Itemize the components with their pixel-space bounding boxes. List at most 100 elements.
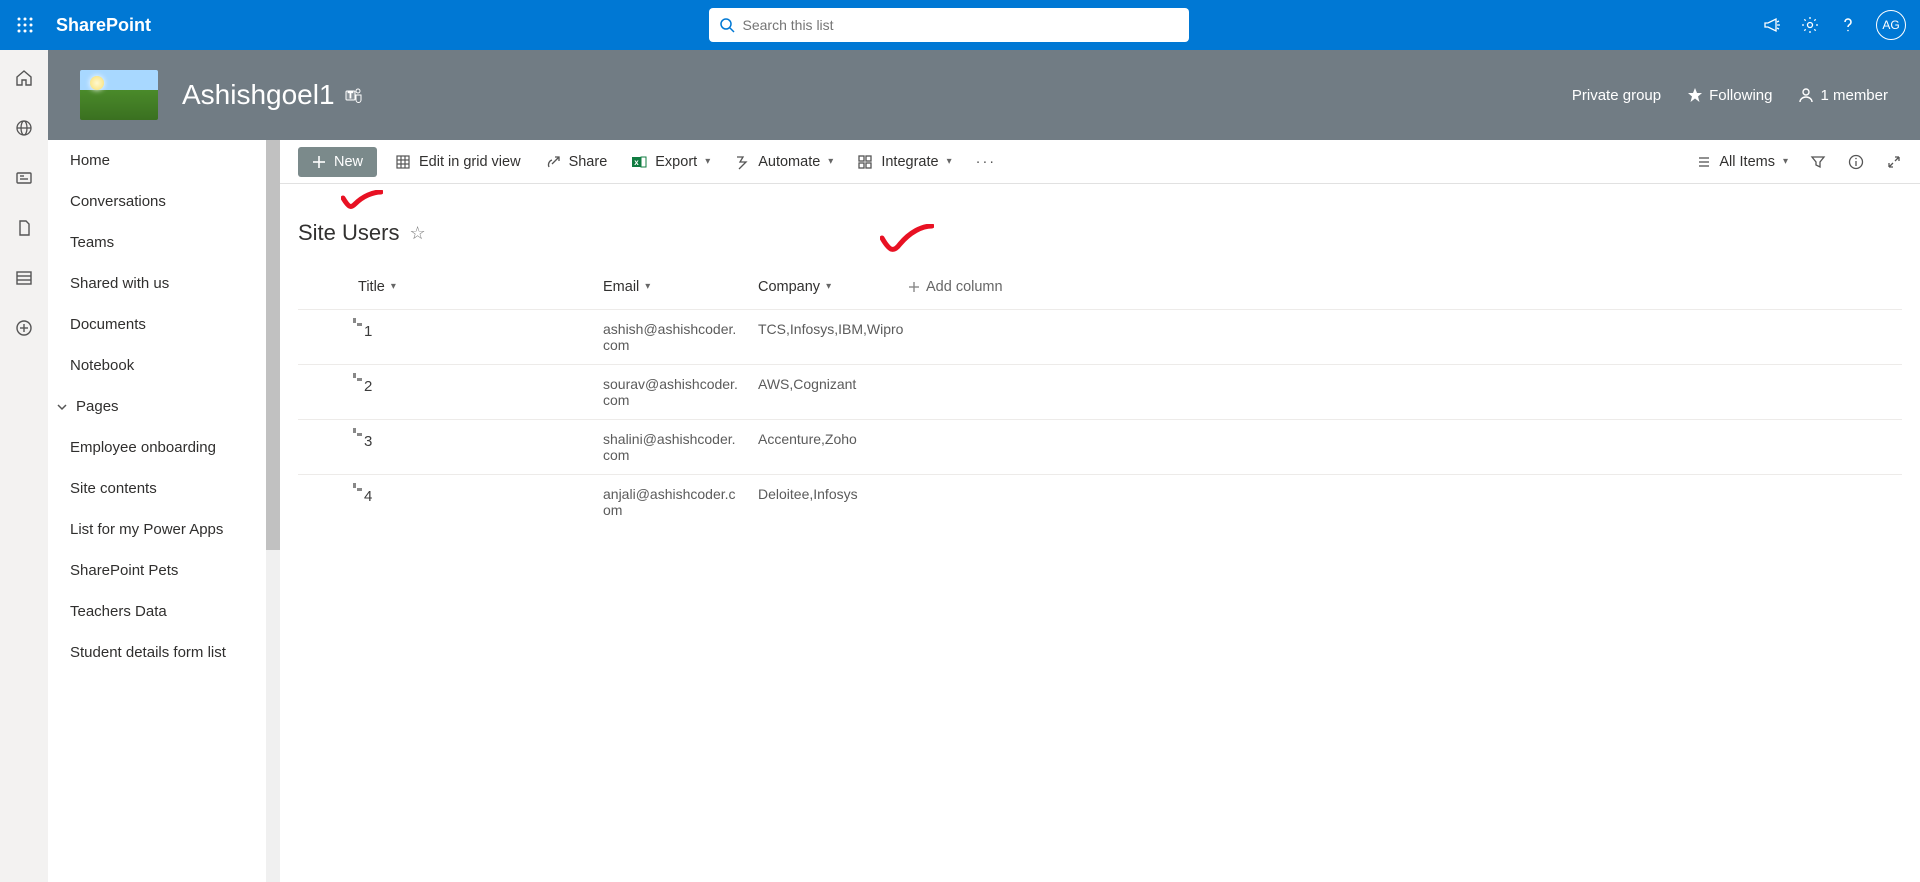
nav-label: SharePoint Pets [70, 562, 178, 579]
plus-icon [908, 281, 920, 293]
column-header-title[interactable]: Title ▾ [298, 279, 603, 295]
table-row[interactable]: 1 ashish@ashishcoder.com TCS,Infosys,IBM… [298, 309, 1902, 364]
nav-list-power-apps[interactable]: List for my Power Apps [48, 509, 266, 550]
cell-company: Deloitee,Infosys [758, 486, 1078, 518]
more-button[interactable]: ··· [976, 154, 997, 170]
loading-spinner-icon [348, 318, 362, 332]
members-button[interactable]: 1 member [1798, 87, 1888, 104]
members-label: 1 member [1820, 87, 1888, 104]
gear-icon[interactable] [1800, 15, 1820, 35]
lists-icon[interactable] [14, 268, 34, 288]
flow-icon [734, 154, 750, 170]
chevron-down-icon: ▾ [391, 281, 396, 292]
cell-title: 2 [364, 378, 372, 395]
cell-company: Accenture,Zoho [758, 431, 1078, 463]
nav-label: Teams [70, 234, 114, 251]
loading-spinner-icon [348, 483, 362, 497]
leftnav-scrollbar[interactable] [266, 140, 280, 882]
nav-shared[interactable]: Shared with us [48, 263, 266, 304]
view-label: All Items [1719, 154, 1775, 170]
cell-title: 1 [364, 323, 372, 340]
privacy-label: Private group [1572, 87, 1661, 104]
favorite-star-icon[interactable]: ☆ [409, 223, 425, 244]
list-table: Title ▾ Email▾ Company▾ Add column 1 ashi… [298, 264, 1902, 529]
megaphone-icon[interactable] [1762, 15, 1782, 35]
globe-icon[interactable] [14, 118, 34, 138]
following-label: Following [1709, 87, 1772, 104]
chevron-down-icon: ▾ [828, 156, 833, 167]
info-icon [1848, 154, 1864, 170]
search-box[interactable] [709, 8, 1189, 42]
nav-documents[interactable]: Documents [48, 304, 266, 345]
nav-employee-onboarding[interactable]: Employee onboarding [48, 427, 266, 468]
create-icon[interactable] [14, 318, 34, 338]
site-left-nav: Home Conversations Teams Shared with us … [48, 140, 280, 882]
table-header: Title ▾ Email▾ Company▾ Add column [298, 264, 1902, 309]
brand-label[interactable]: SharePoint [56, 15, 151, 36]
nav-teams[interactable]: Teams [48, 222, 266, 263]
table-row[interactable]: 2 sourav@ashishcoder.com AWS,Cognizant [298, 364, 1902, 419]
cell-email: anjali@ashishcoder.com [603, 486, 758, 518]
filter-button[interactable] [1810, 154, 1826, 170]
loading-spinner-icon [348, 373, 362, 387]
annotation-check-icon [880, 224, 934, 254]
share-label: Share [569, 154, 608, 170]
nav-label: Pages [76, 398, 119, 415]
search-icon [719, 17, 735, 33]
app-launcher-icon[interactable] [10, 10, 40, 40]
col-label: Email [603, 279, 639, 295]
edit-grid-button[interactable]: Edit in grid view [395, 154, 521, 170]
nav-home[interactable]: Home [48, 140, 266, 181]
export-button[interactable]: x Export ▾ [631, 154, 710, 170]
column-header-company[interactable]: Company▾ [758, 279, 908, 295]
share-button[interactable]: Share [545, 154, 608, 170]
share-icon [545, 154, 561, 170]
nav-pages[interactable]: Pages [48, 386, 266, 427]
nav-student-details[interactable]: Student details form list [48, 632, 266, 673]
nav-label: Teachers Data [70, 603, 167, 620]
chevron-down-icon: ▾ [705, 156, 710, 167]
search-input[interactable] [743, 17, 1179, 33]
nav-label: List for my Power Apps [70, 521, 223, 538]
nav-teachers-data[interactable]: Teachers Data [48, 591, 266, 632]
user-avatar[interactable]: AG [1876, 10, 1906, 40]
view-selector[interactable]: All Items ▾ [1697, 154, 1788, 170]
nav-sharepoint-pets[interactable]: SharePoint Pets [48, 550, 266, 591]
cell-email: shalini@ashishcoder.com [603, 431, 758, 463]
expand-button[interactable] [1886, 154, 1902, 170]
automate-button[interactable]: Automate ▾ [734, 154, 833, 170]
expand-icon [1886, 154, 1902, 170]
plus-icon [312, 155, 326, 169]
loading-spinner-icon [348, 428, 362, 442]
integrate-icon [857, 154, 873, 170]
integrate-label: Integrate [881, 154, 938, 170]
export-label: Export [655, 154, 697, 170]
following-button[interactable]: Following [1687, 87, 1772, 104]
column-header-email[interactable]: Email▾ [603, 279, 758, 295]
star-filled-icon [1687, 87, 1703, 103]
help-icon[interactable] [1838, 15, 1858, 35]
table-row[interactable]: 4 anjali@ashishcoder.com Deloitee,Infosy… [298, 474, 1902, 529]
teams-icon[interactable]: T [345, 86, 363, 104]
chevron-down-icon: ▾ [1783, 156, 1788, 167]
person-icon [1798, 87, 1814, 103]
col-label: Title [358, 279, 385, 295]
add-col-label: Add column [926, 279, 1003, 295]
new-button[interactable]: New [298, 147, 377, 177]
table-row[interactable]: 3 shalini@ashishcoder.com Accenture,Zoho [298, 419, 1902, 474]
site-logo[interactable] [80, 70, 158, 120]
nav-notebook[interactable]: Notebook [48, 345, 266, 386]
add-column-button[interactable]: Add column [908, 279, 1003, 295]
site-header: Ashishgoel1 T Private group Following 1 … [48, 50, 1920, 140]
main-pane: New Edit in grid view Share x Export ▾ [280, 140, 1920, 882]
cell-title: 4 [364, 488, 372, 505]
nav-site-contents[interactable]: Site contents [48, 468, 266, 509]
integrate-button[interactable]: Integrate ▾ [857, 154, 951, 170]
files-icon[interactable] [14, 218, 34, 238]
news-icon[interactable] [14, 168, 34, 188]
info-button[interactable] [1848, 154, 1864, 170]
home-icon[interactable] [14, 68, 34, 88]
new-label: New [334, 154, 363, 170]
nav-conversations[interactable]: Conversations [48, 181, 266, 222]
site-title[interactable]: Ashishgoel1 [182, 79, 335, 111]
